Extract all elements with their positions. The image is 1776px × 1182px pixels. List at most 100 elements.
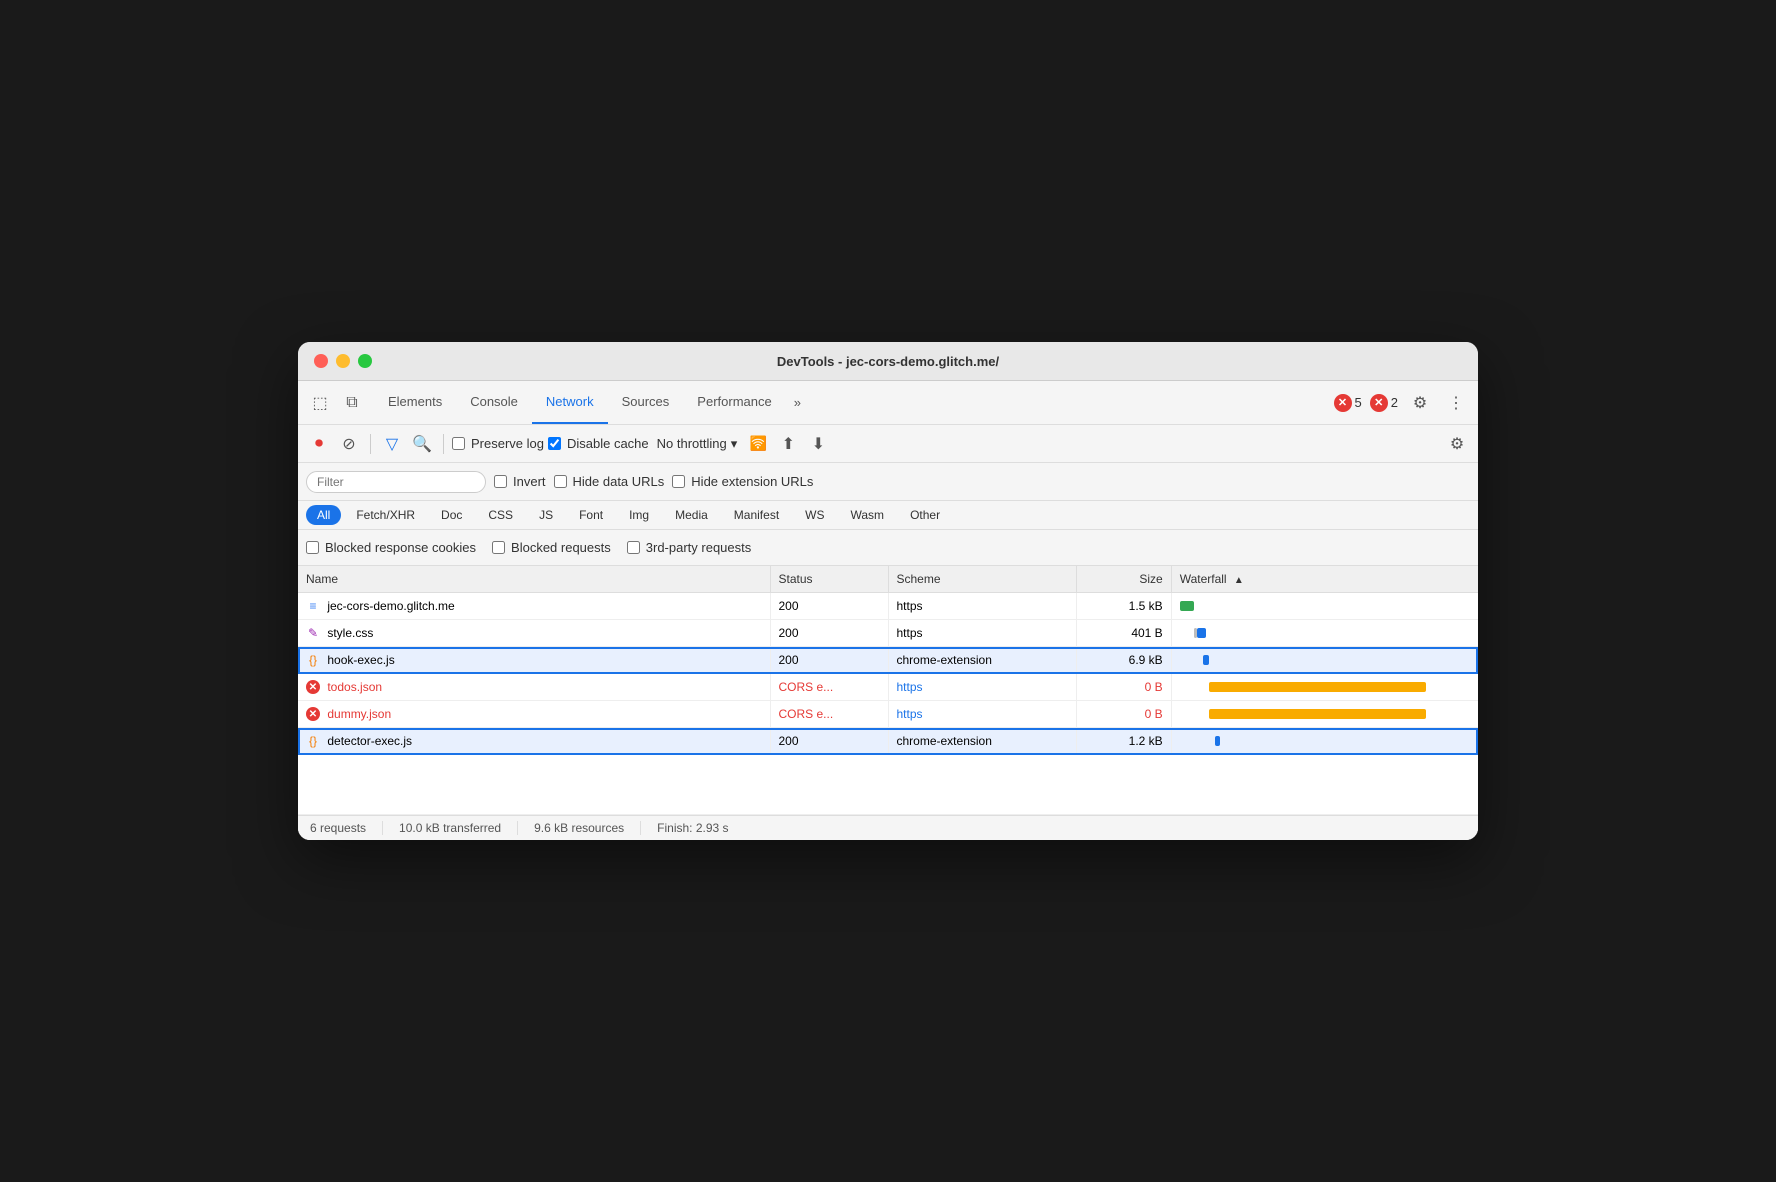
tab-performance[interactable]: Performance [683, 381, 785, 424]
blocked-row: Blocked response cookies Blocked request… [298, 530, 1478, 566]
js-icon: {} [306, 653, 320, 667]
table-row[interactable]: {} hook-exec.js 200 chrome-extension 6.9… [298, 647, 1478, 674]
row-status: 200 [770, 620, 888, 647]
col-header-size[interactable]: Size [1077, 566, 1171, 593]
search-icon[interactable]: 🔍 [409, 431, 435, 457]
record-button[interactable]: ⏺ [306, 431, 332, 457]
type-filter-wasm[interactable]: Wasm [840, 505, 896, 525]
row-status: 200 [770, 593, 888, 620]
row-name: ✕ dummy.json [298, 701, 770, 728]
import-icon[interactable]: ⬆ [775, 431, 801, 457]
window-title: DevTools - jec-cors-demo.glitch.me/ [777, 354, 999, 369]
tab-network[interactable]: Network [532, 381, 608, 424]
row-status: CORS e... [770, 674, 888, 701]
type-filter-fetch-xhr[interactable]: Fetch/XHR [345, 505, 426, 525]
hide-data-urls-checkbox[interactable]: Hide data URLs [554, 474, 665, 489]
row-size: 0 B [1077, 701, 1171, 728]
type-filter-row: All Fetch/XHR Doc CSS JS Font Img Media … [298, 501, 1478, 530]
inspect-element-icon[interactable]: ⬚ [306, 389, 334, 417]
devtools-body: ⬚ ⧉ Elements Console Network Sources Per… [298, 381, 1478, 840]
invert-checkbox[interactable]: Invert [494, 474, 546, 489]
waterfall-bar [1215, 736, 1221, 746]
disable-cache-checkbox[interactable]: Disable cache [548, 436, 649, 451]
type-filter-font[interactable]: Font [568, 505, 614, 525]
empty-row [298, 755, 1478, 815]
nav-tabs: Elements Console Network Sources Perform… [374, 381, 809, 424]
tab-sources[interactable]: Sources [608, 381, 684, 424]
table-row[interactable]: {} detector-exec.js 200 chrome-extension… [298, 728, 1478, 755]
col-header-scheme[interactable]: Scheme [888, 566, 1077, 593]
error-badge-2: ✕ 2 [1370, 394, 1398, 412]
preserve-log-checkbox[interactable]: Preserve log [452, 436, 544, 451]
titlebar: DevTools - jec-cors-demo.glitch.me/ [298, 342, 1478, 381]
row-waterfall [1171, 593, 1478, 620]
network-table-wrapper: Name Status Scheme Size Waterfall ▲ ≡ [298, 566, 1478, 815]
tab-elements[interactable]: Elements [374, 381, 456, 424]
status-resources: 9.6 kB resources [534, 821, 641, 835]
type-filter-js[interactable]: JS [528, 505, 564, 525]
status-finish: Finish: 2.93 s [657, 821, 744, 835]
table-row[interactable]: ≡ jec-cors-demo.glitch.me 200 https 1.5 … [298, 593, 1478, 620]
network-table: Name Status Scheme Size Waterfall ▲ ≡ [298, 566, 1478, 815]
row-size: 1.2 kB [1077, 728, 1171, 755]
js-icon: {} [306, 734, 320, 748]
col-header-status[interactable]: Status [770, 566, 888, 593]
filter-input[interactable] [306, 471, 486, 493]
type-filter-img[interactable]: Img [618, 505, 660, 525]
filter-icon[interactable]: ▽ [379, 431, 405, 457]
row-size: 401 B [1077, 620, 1171, 647]
waterfall-bar [1209, 709, 1427, 719]
type-filter-media[interactable]: Media [664, 505, 719, 525]
more-tabs-button[interactable]: » [786, 381, 809, 424]
row-waterfall [1171, 701, 1478, 728]
error-icon-1: ✕ [1334, 394, 1352, 412]
table-row[interactable]: ✕ dummy.json CORS e... https 0 B [298, 701, 1478, 728]
table-row[interactable]: ✎ style.css 200 https 401 B [298, 620, 1478, 647]
device-toolbar-icon[interactable]: ⧉ [338, 389, 366, 417]
throttle-select[interactable]: No throttling ▾ [653, 436, 742, 452]
tab-console[interactable]: Console [456, 381, 532, 424]
minimize-button[interactable] [336, 354, 350, 368]
more-options-icon[interactable]: ⋮ [1442, 389, 1470, 417]
row-waterfall [1171, 674, 1478, 701]
traffic-lights [314, 354, 372, 368]
type-filter-all[interactable]: All [306, 505, 341, 525]
table-row[interactable]: ✕ todos.json CORS e... https 0 B [298, 674, 1478, 701]
type-filter-ws[interactable]: WS [794, 505, 835, 525]
row-name: ✕ todos.json [298, 674, 770, 701]
row-size: 0 B [1077, 674, 1171, 701]
blocked-requests-checkbox[interactable]: Blocked requests [492, 540, 611, 555]
type-filter-manifest[interactable]: Manifest [723, 505, 790, 525]
nav-icons: ⬚ ⧉ [306, 389, 366, 417]
waterfall-bar-blue [1197, 628, 1206, 638]
row-status: 200 [770, 728, 888, 755]
type-filter-doc[interactable]: Doc [430, 505, 473, 525]
row-status: CORS e... [770, 701, 888, 728]
export-icon[interactable]: ⬇ [805, 431, 831, 457]
type-filter-css[interactable]: CSS [477, 505, 524, 525]
row-name: ✎ style.css [298, 620, 770, 647]
separator-2 [443, 434, 444, 454]
row-scheme: chrome-extension [888, 647, 1077, 674]
waterfall-bar [1203, 655, 1209, 665]
maximize-button[interactable] [358, 354, 372, 368]
status-requests: 6 requests [310, 821, 383, 835]
row-size: 1.5 kB [1077, 593, 1171, 620]
hide-extension-urls-checkbox[interactable]: Hide extension URLs [672, 474, 813, 489]
settings-icon[interactable]: ⚙ [1406, 389, 1434, 417]
type-filter-other[interactable]: Other [899, 505, 951, 525]
third-party-requests-checkbox[interactable]: 3rd-party requests [627, 540, 752, 555]
blocked-response-cookies-checkbox[interactable]: Blocked response cookies [306, 540, 476, 555]
close-button[interactable] [314, 354, 328, 368]
col-header-name[interactable]: Name [298, 566, 770, 593]
row-scheme: https [888, 674, 1077, 701]
nav-right: ✕ 5 ✕ 2 ⚙ ⋮ [1334, 389, 1470, 417]
network-conditions-icon[interactable]: 🛜 [745, 431, 771, 457]
network-settings-icon[interactable]: ⚙ [1444, 431, 1470, 457]
waterfall-bar [1180, 601, 1195, 611]
col-header-waterfall[interactable]: Waterfall ▲ [1171, 566, 1478, 593]
row-name: ≡ jec-cors-demo.glitch.me [298, 593, 770, 620]
clear-button[interactable]: ⊘ [336, 431, 362, 457]
html-icon: ≡ [306, 599, 320, 613]
toolbar: ⏺ ⊘ ▽ 🔍 Preserve log Disable cache No th… [298, 425, 1478, 463]
